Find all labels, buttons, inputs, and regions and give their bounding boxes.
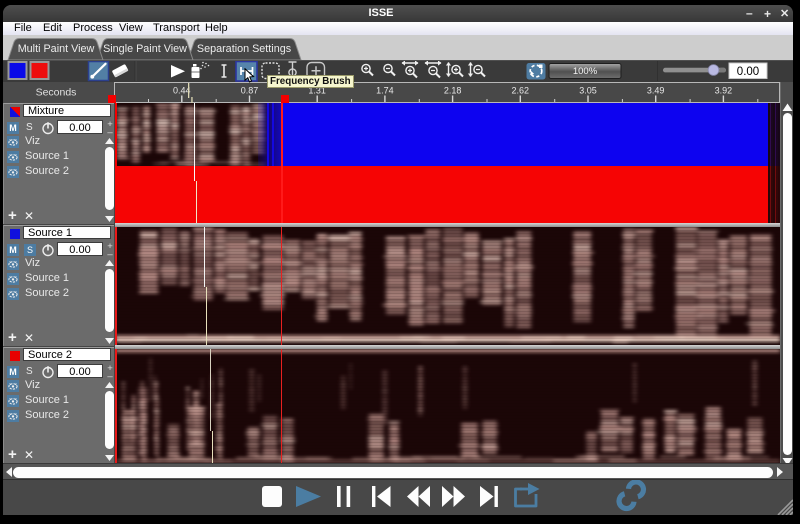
svg-text:0.44: 0.44 — [173, 86, 191, 96]
svg-text:Multi Paint View: Multi Paint View — [18, 43, 95, 55]
svg-text:3.49: 3.49 — [647, 86, 665, 96]
svg-text:0.00: 0.00 — [737, 66, 759, 78]
svg-text:3.05: 3.05 — [579, 86, 597, 96]
svg-text:1.74: 1.74 — [376, 86, 394, 96]
svg-text:Single Paint View: Single Paint View — [103, 43, 187, 55]
svg-text:100%: 100% — [573, 66, 598, 77]
svg-text:3.92: 3.92 — [715, 86, 733, 96]
svg-text:Separation Settings: Separation Settings — [197, 43, 292, 55]
svg-text:Seconds: Seconds — [36, 87, 77, 99]
svg-text:2.18: 2.18 — [444, 86, 462, 96]
svg-text:0.87: 0.87 — [241, 86, 259, 96]
svg-text:2.62: 2.62 — [512, 86, 530, 96]
